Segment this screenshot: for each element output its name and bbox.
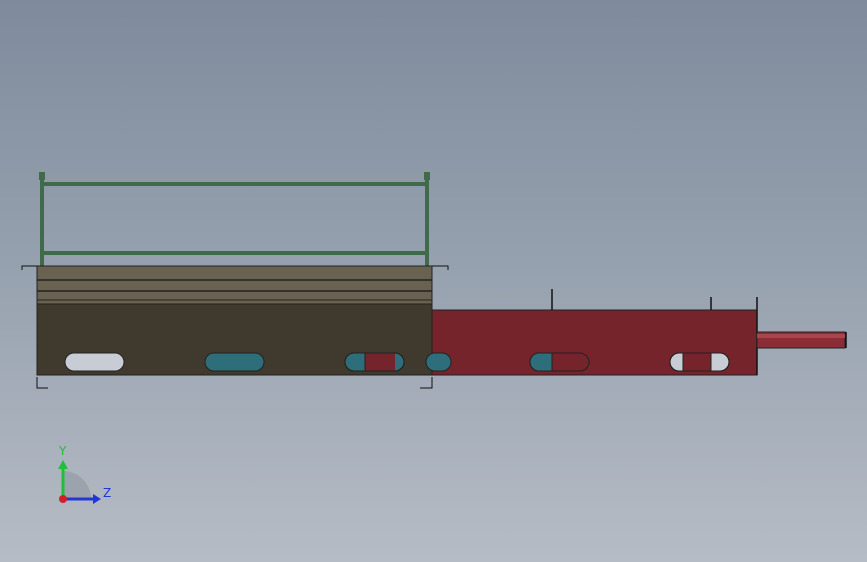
orientation-triad[interactable]: Y Z <box>58 444 111 504</box>
rod <box>756 331 847 349</box>
slot-5 <box>529 352 590 372</box>
x-axis-dot <box>59 495 67 503</box>
bracket-top-right <box>432 265 449 270</box>
slot-4 <box>425 352 452 372</box>
slot-6 <box>669 352 730 372</box>
slot-2 <box>204 352 265 372</box>
cad-viewport[interactable]: Y Z <box>0 0 867 562</box>
triad-quadrant <box>63 471 91 499</box>
model-view[interactable]: Y Z <box>0 0 867 562</box>
bracket-top-left <box>21 265 37 270</box>
slot-1 <box>64 352 125 372</box>
main-body-top-plate <box>36 265 433 305</box>
z-axis-label: Z <box>103 486 111 500</box>
y-axis-label: Y <box>58 444 67 458</box>
bracket-bottom-right <box>420 377 433 389</box>
bracket-bottom-left <box>36 377 48 389</box>
railing <box>39 172 430 266</box>
railing-cap-left <box>39 172 45 180</box>
railing-cap-right <box>424 172 430 180</box>
slot-3 <box>344 352 405 372</box>
